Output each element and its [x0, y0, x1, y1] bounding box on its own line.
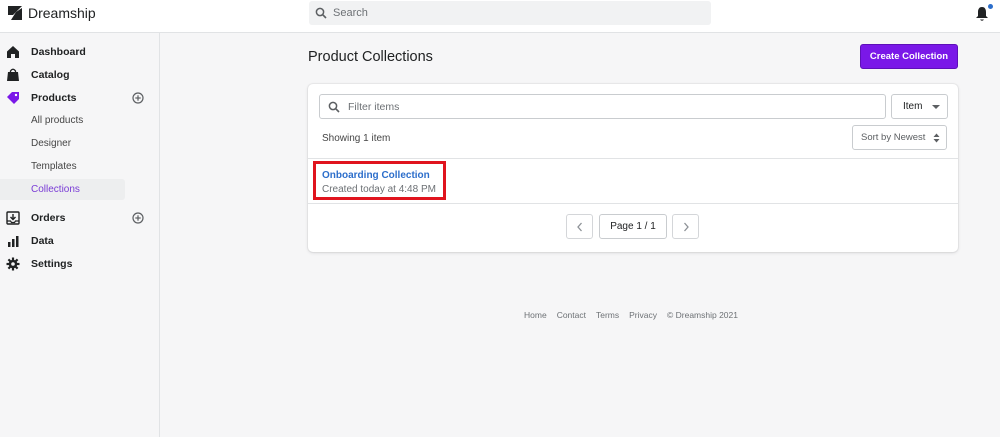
- item-dropdown-label: Item: [903, 101, 923, 112]
- footer-link-privacy[interactable]: Privacy: [629, 310, 657, 320]
- sidebar-item-catalog[interactable]: Catalog: [0, 64, 160, 86]
- sidebar-item-data[interactable]: Data: [0, 230, 160, 252]
- bar-chart-icon: [8, 236, 19, 247]
- collections-card: Filter items Item Showing 1 item Sort by…: [308, 84, 958, 252]
- sidebar-item-products[interactable]: Products: [0, 87, 160, 109]
- sidebar-item-label: Collections: [31, 184, 80, 195]
- sidebar-item-label: Designer: [31, 138, 72, 149]
- result-count: Showing 1 item: [322, 133, 391, 144]
- sidebar-item-designer[interactable]: Designer: [0, 133, 125, 154]
- search-icon: [328, 101, 340, 113]
- chevron-right-icon: [683, 222, 689, 231]
- next-page-button[interactable]: [672, 214, 699, 239]
- sidebar-item-label: All products: [31, 115, 84, 126]
- notification-bell-icon[interactable]: [975, 6, 989, 22]
- page-title: Product Collections: [308, 49, 433, 65]
- dreamship-logo-icon: [8, 6, 22, 20]
- create-collection-button[interactable]: Create Collection: [860, 44, 958, 69]
- sidebar-item-label: Settings: [31, 258, 73, 270]
- divider: [308, 203, 958, 204]
- filter-placeholder: Filter items: [348, 100, 400, 113]
- caret-down-icon: [932, 105, 940, 109]
- search-input[interactable]: Search: [309, 1, 711, 25]
- app-name: Dreamship: [28, 5, 96, 21]
- sidebar-item-label: Catalog: [31, 69, 70, 81]
- sidebar-item-orders[interactable]: Orders: [0, 207, 160, 229]
- sidebar-item-collections[interactable]: Collections: [0, 179, 125, 200]
- footer-link-contact[interactable]: Contact: [557, 310, 586, 320]
- sidebar: Dashboard Catalog Products All products …: [0, 33, 160, 437]
- collection-list-item[interactable]: Onboarding Collection Created today at 4…: [313, 161, 446, 200]
- sort-updown-icon: [933, 133, 940, 143]
- sort-select[interactable]: Sort by Newest: [852, 125, 947, 150]
- top-bar: Dreamship Search: [0, 0, 1000, 33]
- chevron-left-icon: [576, 222, 582, 231]
- search-placeholder: Search: [333, 7, 368, 19]
- filter-items-input[interactable]: Filter items: [319, 94, 886, 119]
- add-order-icon[interactable]: [132, 212, 144, 224]
- home-icon: [7, 46, 19, 58]
- collection-name-link[interactable]: Onboarding Collection: [322, 170, 430, 181]
- previous-page-button[interactable]: [566, 214, 593, 239]
- footer-link-home[interactable]: Home: [524, 310, 547, 320]
- footer-copyright: © Dreamship 2021: [667, 310, 738, 320]
- notification-dot: [988, 4, 993, 9]
- sidebar-item-settings[interactable]: Settings: [0, 253, 160, 275]
- add-product-icon[interactable]: [132, 92, 144, 104]
- sidebar-item-label: Products: [31, 92, 77, 104]
- search-icon: [315, 7, 327, 19]
- divider: [308, 158, 958, 159]
- sidebar-item-label: Dashboard: [31, 46, 86, 58]
- sort-label: Sort by Newest: [861, 132, 926, 143]
- sidebar-item-dashboard[interactable]: Dashboard: [0, 41, 160, 63]
- footer-link-terms[interactable]: Terms: [596, 310, 619, 320]
- page-indicator: Page 1 / 1: [599, 214, 667, 239]
- gear-icon: [6, 257, 20, 271]
- sidebar-item-templates[interactable]: Templates: [0, 156, 125, 177]
- sidebar-item-label: Orders: [31, 212, 66, 224]
- item-dropdown[interactable]: Item: [891, 94, 948, 119]
- sidebar-item-label: Templates: [31, 161, 77, 172]
- catalog-bag-icon: [7, 68, 19, 81]
- sidebar-item-all-products[interactable]: All products: [0, 110, 125, 131]
- orders-inbox-icon: [6, 211, 20, 225]
- tag-icon: [7, 92, 19, 104]
- sidebar-item-label: Data: [31, 235, 54, 247]
- collection-created-date: Created today at 4:48 PM: [322, 184, 436, 195]
- logo[interactable]: Dreamship: [7, 5, 96, 21]
- footer: Home Contact Terms Privacy © Dreamship 2…: [524, 310, 738, 320]
